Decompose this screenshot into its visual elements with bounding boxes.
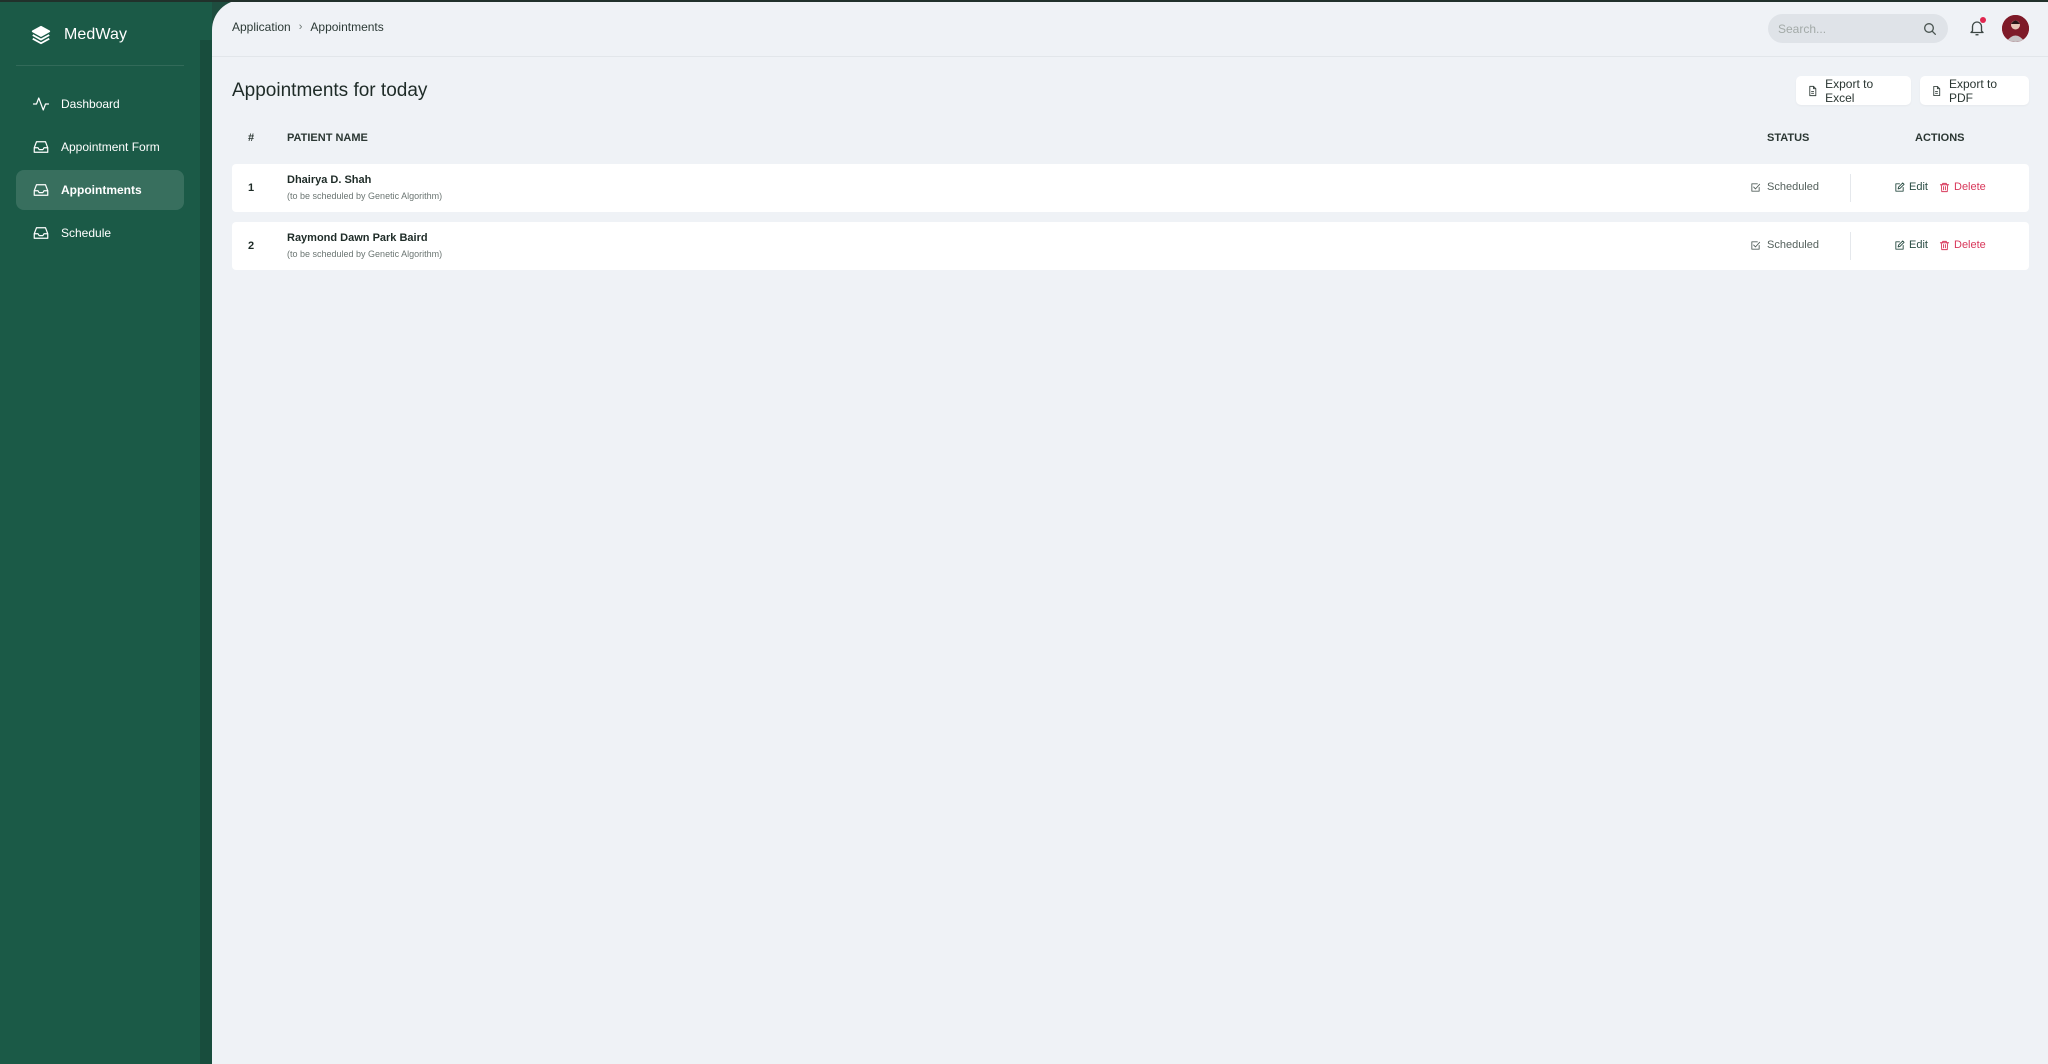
status-badge: Scheduled <box>1750 239 1819 251</box>
activity-icon <box>32 97 50 111</box>
user-avatar-image <box>2002 15 2029 42</box>
row-number: 2 <box>248 240 255 252</box>
export-pdf-label: Export to PDF <box>1948 76 1998 105</box>
row-number: 1 <box>248 182 255 194</box>
edit-label: Edit <box>1909 181 1928 193</box>
sidebar-nav: Dashboard Appointment Form Appointments … <box>16 84 184 256</box>
sidebar-item-appointment-form[interactable]: Appointment Form <box>16 127 184 167</box>
delete-label: Delete <box>1954 239 1986 251</box>
brand[interactable]: MedWay <box>30 22 127 48</box>
table-row: 1 Dhairya D. Shah (to be scheduled by Ge… <box>232 164 2029 212</box>
column-header-patient-name: PATIENT NAME <box>287 132 368 144</box>
layers-icon <box>31 25 51 45</box>
main-panel: Application › Appointments Appointments <box>212 0 2048 1064</box>
edit-button[interactable]: Edit <box>1894 181 1928 193</box>
inbox-icon <box>33 184 49 196</box>
edit-label: Edit <box>1909 239 1928 251</box>
breadcrumb-item-appointments[interactable]: Appointments <box>310 20 383 34</box>
top-header: Application › Appointments <box>212 0 2048 57</box>
column-header-actions: ACTIONS <box>1915 132 1965 144</box>
check-square-icon <box>1751 240 1761 250</box>
edit-button[interactable]: Edit <box>1894 239 1928 251</box>
status-badge: Scheduled <box>1750 181 1819 193</box>
breadcrumb-item-application[interactable]: Application <box>232 20 291 34</box>
edit-icon <box>1895 181 1905 192</box>
export-excel-label: Export to Excel <box>1825 76 1874 105</box>
row-divider <box>1850 174 1851 202</box>
search-input[interactable] <box>1778 21 1918 36</box>
sidebar-item-dashboard[interactable]: Dashboard <box>16 84 184 124</box>
sidebar-edge <box>200 40 212 1064</box>
table-row: 2 Raymond Dawn Park Baird (to be schedul… <box>232 222 2029 270</box>
file-icon <box>1933 85 1941 96</box>
patient-name: Raymond Dawn Park Baird <box>287 232 428 244</box>
sidebar-item-label: Dashboard <box>61 97 120 111</box>
sidebar-item-label: Appointment Form <box>61 140 160 154</box>
sidebar: MedWay Dashboard Appointment Form Appoin… <box>0 0 212 1064</box>
file-icon <box>1809 85 1817 96</box>
patient-note: (to be scheduled by Genetic Algorithm) <box>287 249 443 259</box>
column-header-status: STATUS <box>1767 132 1810 144</box>
status-label: Scheduled <box>1767 239 1819 251</box>
export-pdf-button[interactable]: Export to PDF <box>1920 76 2029 105</box>
patient-note: (to be scheduled by Genetic Algorithm) <box>287 191 443 201</box>
column-header-number: # <box>248 132 255 144</box>
trash-icon <box>1939 182 1950 192</box>
avatar[interactable] <box>2002 15 2029 42</box>
sidebar-item-label: Schedule <box>61 226 112 240</box>
sidebar-item-label: Appointments <box>61 183 142 197</box>
breadcrumb: Application › Appointments <box>232 20 384 34</box>
sidebar-divider <box>16 65 184 66</box>
sidebar-item-schedule[interactable]: Schedule <box>16 213 184 253</box>
inbox-icon <box>33 141 49 153</box>
window-top-border <box>0 0 2048 2</box>
delete-button[interactable]: Delete <box>1939 181 1986 193</box>
patient-name: Dhairya D. Shah <box>287 174 372 186</box>
edit-icon <box>1895 239 1905 250</box>
trash-icon <box>1939 240 1950 250</box>
check-square-icon <box>1751 182 1761 192</box>
search-icon[interactable] <box>1922 21 1938 37</box>
delete-button[interactable]: Delete <box>1939 239 1986 251</box>
export-excel-button[interactable]: Export to Excel <box>1796 76 1911 105</box>
row-divider <box>1850 232 1851 260</box>
table-header: # PATIENT NAME STATUS ACTIONS <box>232 130 2029 148</box>
status-label: Scheduled <box>1767 181 1819 193</box>
brand-name: MedWay <box>64 26 128 43</box>
page-title: Appointments for today <box>232 80 428 101</box>
inbox-icon <box>33 227 49 239</box>
chevron-right-icon: › <box>298 21 303 33</box>
sidebar-item-appointments[interactable]: Appointments <box>16 170 184 210</box>
notification-dot <box>1980 17 1986 23</box>
search-box <box>1768 14 1948 43</box>
delete-label: Delete <box>1954 181 1986 193</box>
